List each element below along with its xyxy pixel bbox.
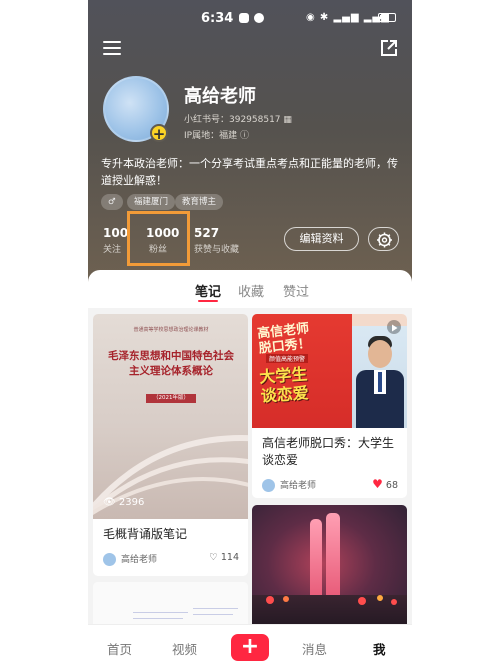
note-card[interactable] (252, 505, 407, 630)
nav-home[interactable]: 首页 (107, 639, 132, 658)
active-tab-indicator (198, 300, 218, 302)
doc-line (133, 618, 183, 619)
note-author[interactable]: 高给老师 (262, 478, 316, 492)
note-title: 毛概背诵版笔记 (103, 527, 188, 541)
share-icon[interactable] (379, 38, 399, 58)
note-likes[interactable]: ♥ 68 (372, 477, 398, 491)
tab-collections[interactable]: 收藏 (238, 281, 264, 300)
status-bar: 6:34 ◉ ✱ ▂▄▆ ▂▄▆ (88, 0, 412, 34)
app-notification-icon (239, 13, 249, 23)
nav-me[interactable]: 我 (373, 639, 386, 658)
tab-notes[interactable]: 笔记 (195, 281, 221, 300)
note-cover-image[interactable] (252, 505, 407, 630)
eye-icon: 👁 (103, 497, 116, 508)
nav-publish-button[interactable]: + (231, 634, 269, 661)
phone-screen: 6:34 ◉ ✱ ▂▄▆ ▂▄▆ + 高给老师 小红书号：392958517 ▦… (88, 0, 412, 666)
doc-line (133, 612, 188, 613)
bottom-navigation: 首页 视频 + 消息 我 (88, 624, 412, 666)
identity-tag: 教育博主 (175, 194, 224, 210)
note-cover-image[interactable]: 高信老师 脱口秀！ 颜值高能预警 大学生 谈恋爱 (252, 314, 407, 428)
lantern-lights (266, 595, 397, 605)
note-title: 高信老师脱口秀：大学生谈恋爱 (262, 436, 395, 467)
cover-series-text: 普通高等学校思想政治理论课教材 (133, 327, 209, 333)
cover-subtitle: 颜值高能预警 (266, 354, 309, 363)
stat-following[interactable]: 100 关注 (103, 226, 128, 255)
gear-icon (377, 232, 392, 248)
menu-icon[interactable] (103, 41, 121, 55)
username: 高给老师 (184, 86, 256, 107)
doc-line (193, 608, 238, 609)
cover-headline: 高信老师 脱口秀！ (256, 321, 312, 357)
ip-location: IP属地：福建 ⓘ (184, 131, 249, 141)
note-card[interactable]: 高信老师 脱口秀！ 颜值高能预警 大学生 谈恋爱 高信老师脱口秀：大学生谈恋爱 高给… (252, 314, 407, 498)
note-card[interactable]: 普通高等学校思想政治理论课教材 毛泽东思想和中国特色社会主义理论体系概论 （20… (93, 314, 248, 576)
info-icon[interactable]: ⓘ (240, 131, 249, 141)
author-avatar (103, 553, 116, 566)
qr-code-icon[interactable]: ▦ (283, 115, 292, 125)
heart-filled-icon: ♥ (372, 477, 383, 491)
tab-liked[interactable]: 赞过 (283, 281, 309, 300)
cover-person-tie (378, 372, 382, 392)
status-time: 6:34 (201, 11, 234, 26)
cover-title-text: 毛泽东思想和中国特色社会主义理论体系概论 (108, 350, 234, 377)
settings-button[interactable] (368, 227, 399, 251)
edit-profile-button[interactable]: 编辑资料 (284, 227, 359, 251)
notification-icon (254, 13, 264, 23)
location-tag: 福建厦门 (127, 194, 176, 210)
doc-line (193, 614, 233, 615)
note-cover-image[interactable]: 普通高等学校思想政治理论课教材 毛泽东思想和中国特色社会主义理论体系概论 （20… (93, 314, 248, 519)
author-avatar (262, 479, 275, 492)
video-play-icon (387, 320, 401, 334)
bio: 专升本政治老师：一个分享考试重点考点和正能量的老师，传道授业解惑！ (101, 157, 398, 187)
nav-messages[interactable]: 消息 (302, 639, 327, 658)
user-id: 小红书号：392958517 ▦ (184, 115, 292, 125)
battery-icon (378, 13, 396, 22)
add-avatar-icon[interactable]: + (150, 124, 168, 143)
note-author[interactable]: 高给老师 (103, 552, 157, 566)
cover-year-text: （2021年版） (146, 394, 196, 403)
content-tabs: 笔记 收藏 赞过 (88, 270, 412, 308)
followers-highlight-box (127, 211, 190, 266)
view-count: 👁 2396 (103, 497, 145, 508)
stat-likes-collects[interactable]: 527 获赞与收藏 (194, 226, 239, 255)
nav-video[interactable]: 视频 (172, 639, 197, 658)
heart-outline-icon: ♡ (209, 552, 218, 563)
note-likes[interactable]: ♡ 114 (209, 552, 239, 563)
cover-big-text: 大学生 谈恋爱 (258, 364, 310, 406)
cover-person-head (368, 340, 392, 368)
gender-tag: ♂ (101, 194, 123, 210)
note-card[interactable] (93, 582, 248, 630)
note-cover-image[interactable] (93, 582, 248, 630)
